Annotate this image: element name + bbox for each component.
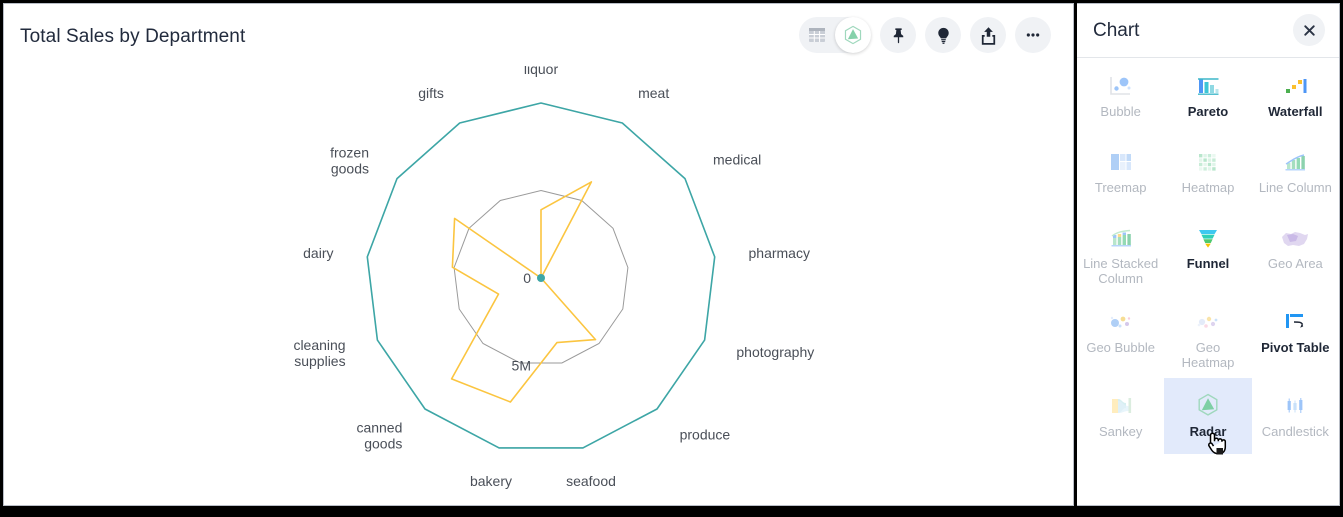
ellipsis-icon: [1026, 33, 1040, 37]
radar-axis-label: liquor: [524, 66, 559, 77]
chart-type-sankey[interactable]: Sankey: [1077, 378, 1164, 454]
chart-view-toggle[interactable]: [835, 17, 871, 53]
funnel-chart-icon: [1195, 220, 1221, 250]
geo-area-chart-icon: [1280, 220, 1310, 250]
chart-type-label: Treemap: [1094, 180, 1147, 195]
radar-chart: liquor meat medical pharmacy photography prod…: [4, 61, 1073, 505]
radar-chart-icon: [1195, 388, 1221, 418]
close-panel-button[interactable]: [1293, 14, 1325, 46]
chart-type-pivot-table[interactable]: Pivot Table: [1252, 294, 1339, 378]
chart-type-label: Waterfall: [1268, 104, 1323, 119]
treemap-chart-icon: [1108, 144, 1134, 174]
table-view-toggle[interactable]: [799, 17, 835, 53]
chart-type-label: Bubble: [1100, 104, 1141, 119]
panel-title: Chart: [1093, 19, 1140, 41]
radar-axis-label: canned goods: [356, 419, 402, 451]
line-column-chart-icon: [1282, 144, 1308, 174]
app-root: Total Sales by Department liquor meat me…: [0, 0, 1343, 517]
sankey-chart-icon: [1108, 388, 1134, 418]
more-button[interactable]: [1015, 17, 1051, 53]
chart-card: Total Sales by Department liquor meat me…: [3, 3, 1074, 506]
geo-heatmap-chart-icon: [1193, 304, 1223, 334]
chart-type-label: Heatmap: [1181, 180, 1235, 195]
radar-axis-label: bakery: [470, 473, 512, 489]
chart-type-funnel[interactable]: Funnel: [1164, 210, 1251, 294]
card-toolbar: [799, 17, 1051, 53]
view-toggle-group[interactable]: [799, 17, 871, 53]
chart-type-label: Pivot Table: [1261, 340, 1330, 355]
candlestick-chart-icon: [1282, 388, 1308, 418]
table-icon: [809, 28, 825, 42]
geo-bubble-chart-icon: [1106, 304, 1136, 334]
radar-axis-label: medical: [713, 151, 761, 167]
chart-type-label: Geo Area: [1267, 256, 1323, 271]
chart-type-label: Funnel: [1186, 256, 1230, 271]
chart-type-label: Line Stacked Column: [1083, 256, 1159, 286]
chart-type-treemap[interactable]: Treemap: [1077, 134, 1164, 210]
panel-body: Bubble Pareto Waterfall Treemap Heatmap Line…: [1077, 58, 1339, 505]
line-stacked-column-icon: [1108, 220, 1134, 250]
chart-type-label: Geo Bubble: [1086, 340, 1155, 355]
radar-axis-label: seafood: [566, 473, 616, 489]
share-upload-icon: [981, 26, 995, 45]
radar-axis-label: cleaning supplies: [293, 337, 345, 369]
chart-type-panel: Chart Bubble Pareto Waterfall Treemap Heatm…: [1077, 3, 1340, 506]
waterfall-chart-icon: [1282, 68, 1308, 98]
pin-icon: [893, 27, 903, 43]
chart-type-candlestick[interactable]: Candlestick: [1252, 378, 1339, 454]
close-icon: [1303, 24, 1315, 36]
radar-tick-0: 0: [523, 270, 531, 286]
chart-type-label: Sankey: [1098, 424, 1143, 439]
chart-type-bubble[interactable]: Bubble: [1077, 58, 1164, 134]
chart-type-label: Geo Heatmap: [1181, 340, 1235, 370]
chart-type-grid: Bubble Pareto Waterfall Treemap Heatmap Line…: [1077, 58, 1339, 455]
radar-axis-label: dairy: [303, 245, 333, 261]
radar-center-point: [537, 274, 545, 282]
bubble-chart-icon: [1108, 68, 1134, 98]
lightbulb-icon: [937, 27, 949, 44]
chart-type-radar[interactable]: Radar: [1164, 378, 1252, 455]
radar-axis-label: pharmacy: [749, 245, 810, 261]
chart-type-geo-area[interactable]: Geo Area: [1252, 210, 1339, 294]
chart-type-label: Line Column: [1258, 180, 1332, 195]
chart-type-line-column[interactable]: Line Column: [1252, 134, 1339, 210]
radar-axis-label: photography: [736, 344, 814, 360]
chart-type-line-stacked-column[interactable]: Line Stacked Column: [1077, 210, 1164, 294]
chart-type-geo-heatmap[interactable]: Geo Heatmap: [1164, 294, 1251, 378]
chart-type-heatmap[interactable]: Heatmap: [1164, 134, 1251, 210]
chart-type-geo-bubble[interactable]: Geo Bubble: [1077, 294, 1164, 378]
chart-type-waterfall[interactable]: Waterfall: [1252, 58, 1339, 134]
share-button[interactable]: [970, 17, 1006, 53]
pareto-chart-icon: [1195, 68, 1221, 98]
radar-tick-5m: 5M: [512, 358, 531, 374]
insights-button[interactable]: [925, 17, 961, 53]
radar-axis-label: gifts: [418, 85, 444, 101]
radar-axis-label: frozen goods: [330, 144, 369, 176]
chart-type-pareto[interactable]: Pareto: [1164, 58, 1251, 134]
chart-type-label: Candlestick: [1261, 424, 1329, 439]
radar-axis-label: meat: [638, 85, 669, 101]
radar-chart-svg: liquor meat medical pharmacy photography prod…: [293, 61, 814, 489]
page-title: Total Sales by Department: [20, 26, 246, 47]
heatmap-chart-icon: [1195, 144, 1221, 174]
radar-chart-icon: [844, 25, 862, 45]
radar-axis-label: produce: [680, 426, 731, 442]
panel-header: Chart: [1077, 4, 1339, 58]
chart-type-label: Radar: [1189, 424, 1227, 439]
chart-type-label: Pareto: [1187, 104, 1229, 119]
pin-button[interactable]: [880, 17, 916, 53]
pivot-table-icon: [1282, 304, 1308, 334]
